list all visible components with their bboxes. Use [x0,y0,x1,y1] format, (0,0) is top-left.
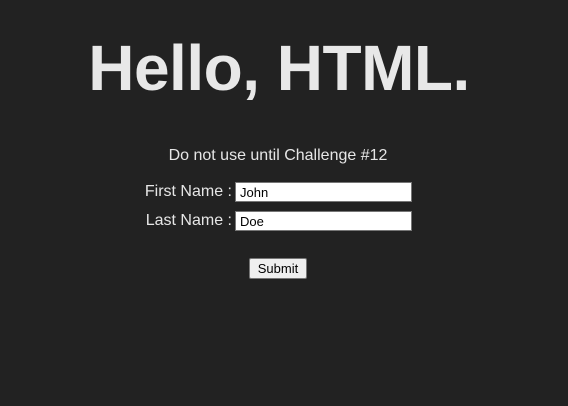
last-name-input[interactable] [235,211,412,231]
name-form: First Name : Last Name : Submit [0,0,568,406]
first-name-row: First Name : [0,181,568,203]
last-name-row: Last Name : [0,210,568,232]
first-name-input[interactable] [235,182,412,202]
last-name-label: Last Name : [145,212,232,229]
first-name-label: First Name : [144,183,232,200]
submit-button[interactable]: Submit [249,258,307,279]
